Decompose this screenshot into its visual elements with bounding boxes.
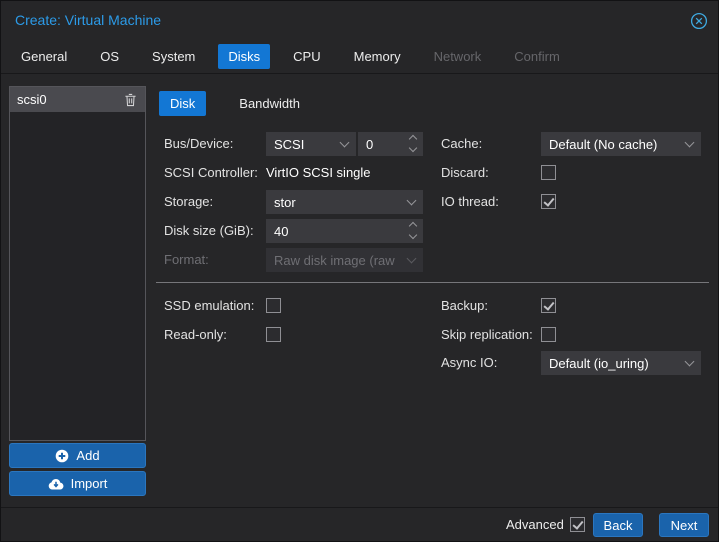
chevron-down-icon: [407, 196, 417, 206]
import-button-label: Import: [71, 476, 108, 491]
detail-tabbar: Disk Bandwidth: [159, 91, 311, 116]
next-button-label: Next: [671, 518, 698, 533]
tab-cpu[interactable]: CPU: [283, 44, 330, 69]
chevron-down-icon: [340, 138, 350, 148]
io-thread-label: IO thread:: [441, 190, 499, 214]
format-select-value: Raw disk image (raw: [274, 253, 395, 268]
async-io-select[interactable]: Default (io_uring): [541, 351, 701, 375]
disk-size-stepper[interactable]: 40: [266, 219, 423, 243]
bus-device-label: Bus/Device:: [164, 132, 233, 156]
storage-select-value: stor: [274, 195, 296, 210]
plus-circle-icon: [55, 449, 69, 463]
spinner-arrows-icon[interactable]: [410, 136, 416, 151]
import-button[interactable]: Import: [9, 471, 146, 496]
cloud-download-icon: [48, 478, 64, 490]
tab-memory[interactable]: Memory: [344, 44, 411, 69]
back-button-label: Back: [604, 518, 633, 533]
tab-disk[interactable]: Disk: [159, 91, 206, 116]
tab-system[interactable]: System: [142, 44, 205, 69]
device-number-value: 0: [366, 137, 373, 152]
discard-label: Discard:: [441, 161, 489, 185]
cache-select[interactable]: Default (No cache): [541, 132, 701, 156]
advanced-checkbox[interactable]: [570, 517, 585, 532]
chevron-down-icon: [407, 254, 417, 264]
cache-select-value: Default (No cache): [549, 137, 657, 152]
disk-size-value: 40: [274, 224, 288, 239]
bus-select-value: SCSI: [274, 137, 304, 152]
async-io-label: Async IO:: [441, 351, 497, 375]
tabbar-divider: [1, 73, 719, 74]
add-button-label: Add: [76, 448, 99, 463]
footer-divider: [1, 507, 719, 508]
disk-list-item-scsi0[interactable]: scsi0: [10, 87, 145, 112]
chevron-down-icon: [685, 138, 695, 148]
format-select: Raw disk image (raw: [266, 248, 423, 272]
scsi-controller-value: VirtIO SCSI single: [266, 161, 371, 185]
tab-os[interactable]: OS: [90, 44, 129, 69]
storage-select[interactable]: stor: [266, 190, 423, 214]
next-button[interactable]: Next: [659, 513, 709, 537]
tab-network: Network: [424, 44, 492, 69]
add-button[interactable]: Add: [9, 443, 146, 468]
tab-disks[interactable]: Disks: [218, 44, 270, 69]
trash-icon[interactable]: [124, 92, 138, 107]
scsi-controller-label: SCSI Controller:: [164, 161, 258, 185]
skip-replication-label: Skip replication:: [441, 323, 533, 347]
async-io-select-value: Default (io_uring): [549, 356, 649, 371]
tab-general[interactable]: General: [11, 44, 77, 69]
disk-size-label: Disk size (GiB):: [164, 219, 254, 243]
discard-checkbox[interactable]: [541, 165, 556, 180]
format-label: Format:: [164, 248, 209, 272]
close-icon[interactable]: [690, 12, 708, 30]
disk-list-panel: scsi0: [9, 86, 146, 441]
io-thread-checkbox[interactable]: [541, 194, 556, 209]
disk-item-label: scsi0: [17, 92, 124, 107]
backup-checkbox[interactable]: [541, 298, 556, 313]
tab-bandwidth[interactable]: Bandwidth: [228, 91, 311, 116]
advanced-label: Advanced: [506, 513, 564, 537]
read-only-label: Read-only:: [164, 323, 227, 347]
ssd-emulation-checkbox[interactable]: [266, 298, 281, 313]
back-button[interactable]: Back: [593, 513, 643, 537]
tab-confirm: Confirm: [504, 44, 570, 69]
section-divider: [156, 282, 709, 283]
dialog-title: Create: Virtual Machine: [15, 12, 161, 28]
spinner-arrows-icon[interactable]: [410, 223, 416, 238]
read-only-checkbox[interactable]: [266, 327, 281, 342]
chevron-down-icon: [685, 357, 695, 367]
ssd-emulation-label: SSD emulation:: [164, 294, 254, 318]
cache-label: Cache:: [441, 132, 482, 156]
storage-label: Storage:: [164, 190, 213, 214]
backup-label: Backup:: [441, 294, 488, 318]
wizard-tabbar: General OS System Disks CPU Memory Netwo…: [11, 44, 570, 69]
bus-select[interactable]: SCSI: [266, 132, 356, 156]
create-vm-dialog: Create: Virtual Machine General OS Syste…: [0, 0, 719, 542]
device-number-stepper[interactable]: 0: [358, 132, 423, 156]
skip-replication-checkbox[interactable]: [541, 327, 556, 342]
